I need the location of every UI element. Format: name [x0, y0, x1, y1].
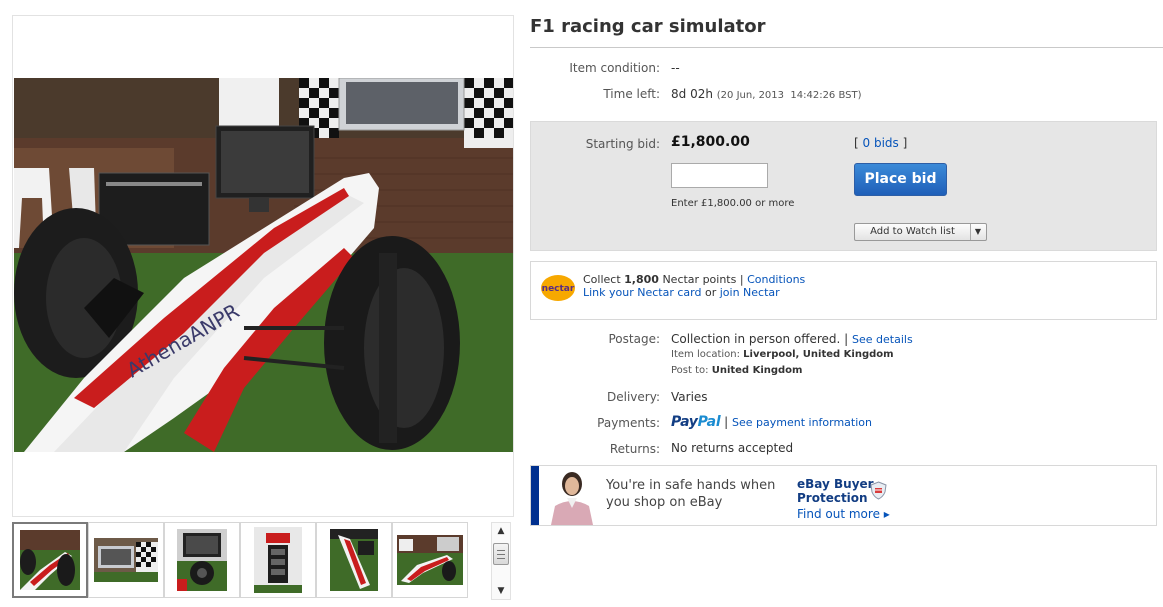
- paypal-logo-pay: Pay: [671, 414, 698, 430]
- scrollbar-thumb[interactable]: [493, 543, 509, 565]
- agent-portrait-icon: [543, 468, 601, 525]
- nectar-collect-suffix: Nectar points |: [658, 273, 748, 286]
- join-nectar-link[interactable]: join Nectar: [720, 286, 780, 299]
- link-nectar-card-link[interactable]: Link your Nectar card: [583, 286, 701, 299]
- thumbnail-4[interactable]: [240, 522, 316, 598]
- thumbnail-2[interactable]: [88, 522, 164, 598]
- paypal-logo: PayPal: [671, 414, 721, 430]
- protection-accent-bar: [531, 466, 539, 525]
- nectar-conditions-link[interactable]: Conditions: [747, 273, 805, 286]
- safe-hands-line-2: you shop on eBay: [606, 495, 723, 510]
- returns-label: Returns:: [609, 442, 660, 456]
- thumbnail-3[interactable]: [164, 522, 240, 598]
- time-left-label: Time left:: [603, 87, 660, 101]
- paypal-logo-pal: Pal: [697, 414, 721, 430]
- f1-car-front-thumb: [20, 530, 80, 590]
- item-location-row: Item location: Liverpool, United Kingdom: [671, 349, 894, 360]
- payments-label: Payments:: [597, 416, 660, 430]
- thumbnail-6[interactable]: [392, 522, 468, 598]
- nectar-link-line: Link your Nectar card or join Nectar: [583, 286, 780, 299]
- chevron-down-icon[interactable]: ▼: [970, 224, 986, 240]
- post-to-row: Post to: United Kingdom: [671, 365, 802, 376]
- payments-separator: |: [720, 415, 732, 429]
- item-location-value: Liverpool, United Kingdom: [743, 349, 894, 360]
- delivery-value: Varies: [671, 390, 708, 404]
- title-divider: [530, 47, 1163, 48]
- nectar-logo-icon: nectar: [541, 275, 575, 301]
- bid-count-open: [: [854, 136, 863, 150]
- cockpit-steering-wheel-thumb: [177, 529, 227, 591]
- thumbnail-strip: [12, 522, 484, 598]
- time-left-date: (20 Jun, 2013 14:42:26 BST): [716, 90, 862, 101]
- ebay-buyer-protection-line-1: eBay Buyer: [797, 477, 874, 491]
- postage-value: Collection in person offered.: [671, 332, 841, 346]
- nectar-or: or: [701, 286, 720, 299]
- nectar-logo-text: nectar: [542, 284, 575, 294]
- f1-car-photo[interactable]: AthenaANPR: [14, 78, 513, 452]
- scroll-up-icon[interactable]: ▲: [492, 523, 510, 539]
- bid-hint: Enter £1,800.00 or more: [671, 198, 795, 209]
- nectar-collect-prefix: Collect: [583, 273, 625, 286]
- car-side-on-grass-thumb: [330, 529, 378, 591]
- bid-count-link[interactable]: 0 bids: [863, 136, 899, 150]
- listing-title: F1 racing car simulator: [530, 16, 766, 37]
- delivery-label: Delivery:: [607, 390, 660, 404]
- returns-value: No returns accepted: [671, 441, 794, 455]
- add-to-watch-list-button[interactable]: Add to Watch list ▼: [854, 223, 987, 241]
- item-location-label: Item location:: [671, 349, 744, 360]
- shield-icon: [870, 481, 887, 500]
- lap-timer-sign-thumb: [254, 527, 302, 593]
- bid-count-close: ]: [898, 136, 908, 150]
- postage-row: Collection in person offered. | See deta…: [671, 332, 913, 346]
- item-condition-label: Item condition:: [569, 61, 660, 75]
- postage-label: Postage:: [608, 332, 660, 346]
- starting-bid-value: £1,800.00: [671, 134, 750, 150]
- payments-row: PayPal | See payment information: [671, 414, 872, 430]
- time-left-value: 8d 02h: [671, 87, 713, 101]
- nectar-points: 1,800: [624, 273, 659, 286]
- see-details-link[interactable]: See details: [852, 333, 913, 346]
- ebay-buyer-protection-line-2: Protection: [797, 491, 868, 505]
- time-left-row: 8d 02h (20 Jun, 2013 14:42:26 BST): [671, 87, 862, 101]
- place-bid-button[interactable]: Place bid: [854, 163, 947, 196]
- thumbnail-1[interactable]: [12, 522, 88, 598]
- bid-count: [ 0 bids ]: [854, 136, 907, 150]
- thumbnail-scrollbar[interactable]: ▲ ▼: [491, 522, 511, 600]
- car-in-garden-thumb: [397, 535, 463, 585]
- postage-separator: |: [840, 332, 853, 346]
- safe-hands-line-1: You're in safe hands when: [606, 478, 776, 493]
- safe-hands-text: You're in safe hands when you shop on eB…: [606, 477, 775, 511]
- starting-bid-label: Starting bid:: [585, 137, 660, 151]
- post-to-value: United Kingdom: [711, 365, 803, 376]
- watch-list-label[interactable]: Add to Watch list: [855, 224, 971, 240]
- ebay-buyer-protection-title: eBay Buyer Protection: [797, 477, 874, 505]
- item-condition-value: --: [671, 61, 680, 75]
- screen-and-checkered-flag-thumb: [94, 538, 158, 582]
- main-image-frame: AthenaANPR: [12, 15, 514, 517]
- nectar-collect-line: Collect 1,800 Nectar points | Conditions: [583, 273, 805, 286]
- see-payment-info-link[interactable]: See payment information: [732, 416, 872, 429]
- thumbnail-5[interactable]: [316, 522, 392, 598]
- post-to-label: Post to:: [671, 365, 712, 376]
- bid-amount-input[interactable]: [671, 163, 768, 188]
- scroll-down-icon[interactable]: ▼: [492, 583, 510, 599]
- find-out-more-link[interactable]: Find out more ▸: [797, 507, 890, 521]
